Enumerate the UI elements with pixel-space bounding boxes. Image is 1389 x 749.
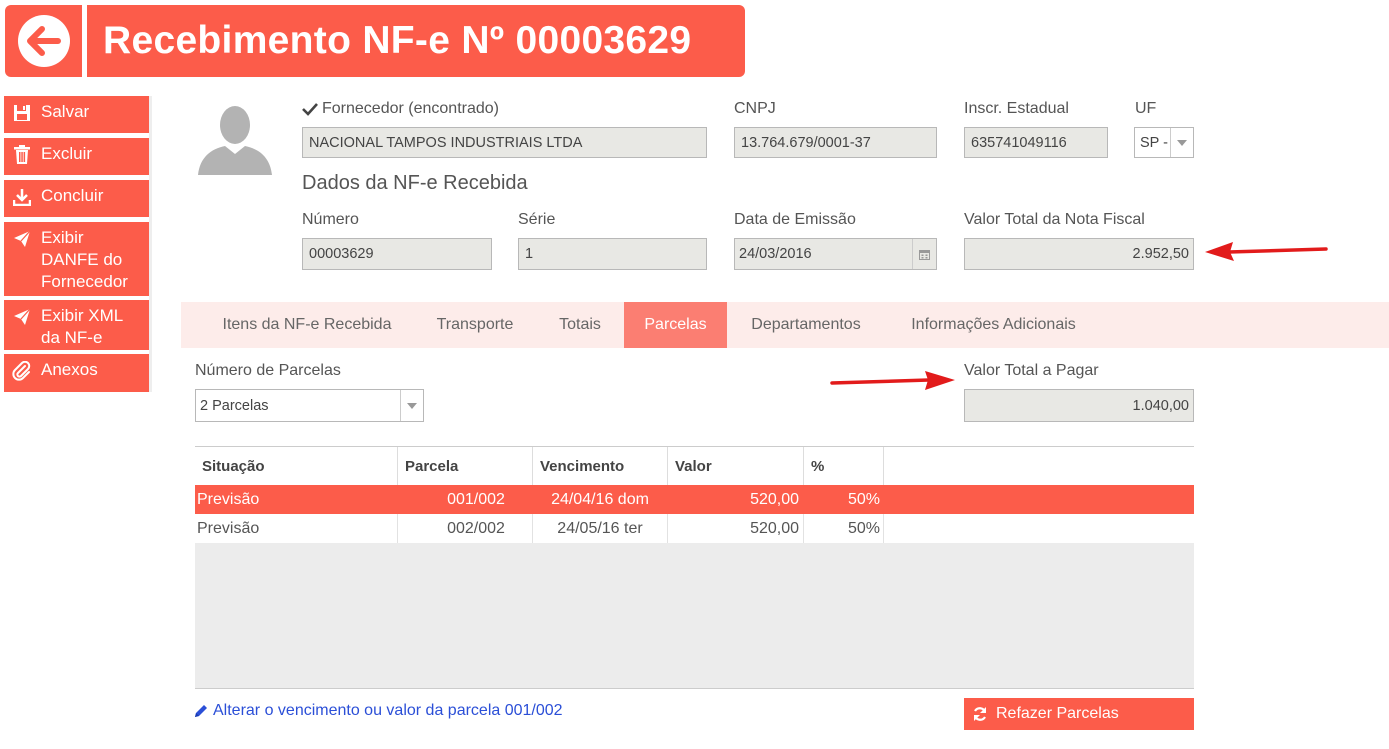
numero-label: Número xyxy=(302,211,359,228)
serie-label: Série xyxy=(518,211,556,228)
calendar-icon[interactable] xyxy=(912,239,936,269)
ie-field[interactable]: 635741049116 xyxy=(964,127,1108,158)
cell-parcela: 001/002 xyxy=(447,490,505,508)
parcelas-table: Situação Parcela Vencimento Valor % Prev… xyxy=(195,446,1194,689)
supplier-name-field[interactable]: NACIONAL TAMPOS INDUSTRIAIS LTDA xyxy=(302,127,707,158)
cell-situacao: Previsão xyxy=(195,514,398,543)
col-percent[interactable]: % xyxy=(804,447,884,485)
arrow-left-icon xyxy=(17,15,70,67)
paper-plane-icon xyxy=(12,307,32,327)
tab-parcelas[interactable]: Parcelas xyxy=(624,302,727,348)
attachments-button[interactable]: Anexos xyxy=(4,354,149,392)
data-emissao-label: Data de Emissão xyxy=(734,211,856,228)
ie-label: Inscr. Estadual xyxy=(964,100,1069,117)
uf-label: UF xyxy=(1135,100,1157,117)
num-parcelas-label: Número de Parcelas xyxy=(195,362,341,379)
num-parcelas-value: 2 Parcelas xyxy=(200,397,269,414)
save-button[interactable]: Salvar xyxy=(4,96,149,133)
tab-departamentos[interactable]: Departamentos xyxy=(733,302,879,348)
col-valor[interactable]: Valor xyxy=(668,447,804,485)
back-button[interactable] xyxy=(5,5,82,77)
conclude-button[interactable]: Concluir xyxy=(4,180,149,217)
valor-total-nf-field[interactable]: 2.952,50 xyxy=(964,238,1194,270)
red-arrow-annotation xyxy=(829,370,957,394)
refresh-icon xyxy=(972,706,988,722)
delete-button[interactable]: Excluir xyxy=(4,138,149,175)
cell-valor: 520,00 xyxy=(750,490,799,508)
cell-percent: 50% xyxy=(847,490,880,508)
uf-select[interactable]: SP - xyxy=(1134,127,1194,158)
trash-icon xyxy=(12,145,32,165)
show-danfe-label: Exibir DANFE do Fornecedor xyxy=(41,228,128,291)
cell-situacao: Previsão xyxy=(197,490,260,508)
data-emissao-value: 24/03/2016 xyxy=(739,246,812,262)
data-emissao-field[interactable]: 24/03/2016 xyxy=(734,238,937,270)
num-parcelas-select[interactable]: 2 Parcelas xyxy=(195,389,424,422)
supplier-label-wrap: Fornecedor (encontrado) xyxy=(302,100,499,118)
col-vencimento[interactable]: Vencimento xyxy=(533,447,668,485)
check-icon xyxy=(302,102,318,116)
table-row[interactable]: Previsão 001/002 24/04/16 dom 520,00 50% xyxy=(195,485,1194,514)
section-title: Dados da NF-e Recebida xyxy=(302,172,528,194)
tab-itens[interactable]: Itens da NF-e Recebida xyxy=(205,302,409,348)
delete-label: Excluir xyxy=(41,144,93,163)
col-parcela[interactable]: Parcela xyxy=(398,447,533,485)
valor-total-pagar-field[interactable]: 1.040,00 xyxy=(964,389,1194,422)
attachments-label: Anexos xyxy=(41,360,98,379)
col-situacao[interactable]: Situação xyxy=(195,447,398,485)
cnpj-label: CNPJ xyxy=(734,100,776,117)
uf-value: SP - xyxy=(1140,134,1168,151)
show-xml-button[interactable]: Exibir XML da NF-e xyxy=(4,300,149,350)
pencil-icon xyxy=(193,703,209,719)
red-arrow-annotation xyxy=(1203,238,1328,262)
valor-total-pagar-label: Valor Total a Pagar xyxy=(964,362,1099,379)
paperclip-icon xyxy=(12,361,32,381)
chevron-down-icon xyxy=(400,390,423,421)
page-title: Recebimento NF-e Nº 00003629 xyxy=(103,19,692,62)
chevron-down-icon xyxy=(1170,128,1193,157)
tab-transporte[interactable]: Transporte xyxy=(414,302,536,348)
supplier-label: Fornecedor (encontrado) xyxy=(322,100,499,117)
save-label: Salvar xyxy=(41,102,90,121)
paper-plane-icon xyxy=(12,229,32,249)
floppy-disk-icon xyxy=(12,103,32,123)
redo-installments-button[interactable]: Refazer Parcelas xyxy=(964,698,1194,730)
table-header: Situação Parcela Vencimento Valor % xyxy=(195,447,1194,485)
show-danfe-button[interactable]: Exibir DANFE do Fornecedor xyxy=(4,222,149,296)
download-icon xyxy=(12,187,32,207)
conclude-label: Concluir xyxy=(41,186,104,205)
serie-field[interactable]: 1 xyxy=(518,238,707,270)
edit-installment-text: Alterar o vencimento ou valor da parcela… xyxy=(213,702,563,719)
avatar xyxy=(197,101,273,175)
cell-parcela: 002/002 xyxy=(398,514,533,543)
cell-valor: 520,00 xyxy=(668,514,804,543)
tab-totais[interactable]: Totais xyxy=(542,302,618,348)
edit-installment-link[interactable]: Alterar o vencimento ou valor da parcela… xyxy=(193,702,563,720)
redo-installments-label: Refazer Parcelas xyxy=(996,705,1119,722)
cell-vencimento: 24/05/16 ter xyxy=(533,514,668,543)
show-xml-label: Exibir XML da NF-e xyxy=(41,306,123,347)
cnpj-field[interactable]: 13.764.679/0001-37 xyxy=(734,127,937,158)
cell-vencimento: 24/04/16 dom xyxy=(551,490,649,508)
numero-field[interactable]: 00003629 xyxy=(302,238,492,270)
valor-total-nf-label: Valor Total da Nota Fiscal xyxy=(964,211,1145,228)
tab-informacoes-adicionais[interactable]: Informações Adicionais xyxy=(885,302,1102,348)
table-row[interactable]: Previsão 002/002 24/05/16 ter 520,00 50% xyxy=(195,514,1194,543)
cell-percent: 50% xyxy=(804,514,884,543)
page-title-bar: Recebimento NF-e Nº 00003629 xyxy=(87,5,745,77)
sidebar-divider xyxy=(149,96,152,392)
